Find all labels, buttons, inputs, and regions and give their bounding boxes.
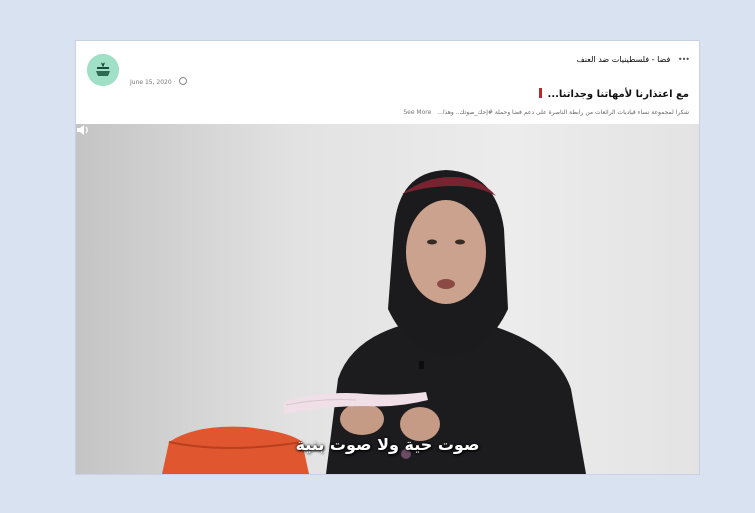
post-caption: شكرا لمجموعة نساء قياديات الرائعات من را…	[437, 109, 689, 116]
red-bar-icon	[539, 88, 543, 98]
video-frame	[76, 124, 699, 474]
post-date[interactable]: June 15, 2020 ·	[130, 79, 176, 86]
page-name[interactable]: فضا - فلسطينيات ضد العنف	[576, 55, 670, 64]
more-dots-icon[interactable]: •••	[678, 55, 690, 64]
speaker-icon[interactable]	[76, 124, 90, 136]
page-name-row: ••• فضا - فلسطينيات ضد العنف	[576, 55, 690, 64]
post-date-row: June 15, 2020 ·	[130, 77, 188, 86]
page-avatar[interactable]	[87, 54, 119, 86]
facebook-post-card: June 15, 2020 · ••• فضا - فلسطينيات ضد ا…	[76, 41, 699, 474]
see-more-link[interactable]: See More	[403, 109, 431, 116]
video-player[interactable]: صوت حية ولا صوت بنية	[76, 124, 699, 474]
video-subtitle: صوت حية ولا صوت بنية	[295, 435, 480, 454]
page-logo-icon	[87, 54, 119, 86]
post-title-row: مع اعتذارنا لأمهاتنا وجداتنا...	[539, 88, 689, 100]
post-caption-row: شكرا لمجموعة نساء قياديات الرائعات من را…	[269, 109, 689, 116]
screenshot-background: June 15, 2020 · ••• فضا - فلسطينيات ضد ا…	[0, 0, 755, 513]
post-title: مع اعتذارنا لأمهاتنا وجداتنا...	[547, 89, 689, 100]
post-header: June 15, 2020 · ••• فضا - فلسطينيات ضد ا…	[76, 41, 699, 124]
globe-icon	[179, 77, 188, 85]
